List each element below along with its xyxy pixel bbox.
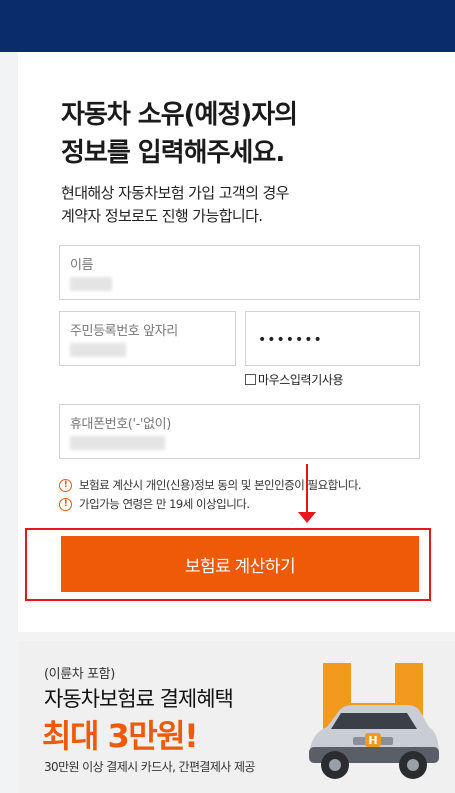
warning-icon: ! [59,478,72,492]
rrn-back-masked-value: ••••••• [258,332,323,348]
mouse-input-checkbox[interactable] [245,373,256,385]
page-subtitle: 현대해상 자동차보험 가입 고객의 경우 계약자 정보로도 진행 가능합니다. [61,182,441,228]
rrn-front-field-label: 주민등록번호 앞자리 [70,324,178,339]
name-field[interactable]: 이름 [59,245,420,300]
page-title: 자동차 소유(예정)자의 정보를 입력해주세요. [61,96,441,172]
banner-footnote: 30만원 이상 결제시 카드사, 간편결제사 제공 [44,760,255,774]
mouse-input-option[interactable]: 마우스입력기사용 [245,371,344,387]
warning-icon: ! [59,497,72,511]
notice-item: ! 보험료 계산시 개인(신용)정보 동의 및 본인인증이 필요합니다. [59,476,439,494]
calculate-premium-button[interactable]: 보험료 계산하기 [61,536,419,592]
form-card: 자동차 소유(예정)자의 정보를 입력해주세요. 현대해상 자동차보험 가입 고… [18,52,455,632]
arrow-annotation-line [306,464,308,514]
mouse-input-label: 마우스입력기사용 [258,372,344,387]
top-header-bar [0,0,455,52]
name-field-label: 이름 [70,258,94,273]
banner-title: 자동차보험료 결제혜택 [44,687,234,711]
car-badge-label: H [368,734,377,747]
banner-headline: 최대 3만원! [42,717,199,755]
page-title-line2: 정보를 입력해주세요. [61,138,285,168]
promo-banner[interactable]: (이륜차 포함) 자동차보험료 결제혜택 최대 3만원! 30만원 이상 결제시… [18,641,455,793]
rrn-front-field[interactable]: 주민등록번호 앞자리 [59,311,236,366]
phone-field-label: 휴대폰번호('-'없이) [70,417,171,432]
car-illustration: H [309,663,439,779]
name-value-redacted [70,277,112,291]
rrn-back-field[interactable]: ••••••• [245,311,420,366]
notice-text: 가입가능 연령은 만 19세 이상입니다. [79,497,250,511]
banner-small-text: (이륜차 포함) [44,667,115,682]
notice-text: 보험료 계산시 개인(신용)정보 동의 및 본인인증이 필요합니다. [79,478,362,492]
phone-value-redacted [70,436,165,450]
notice-item: ! 가입가능 연령은 만 19세 이상입니다. [59,495,439,513]
page-subtitle-line2: 계약자 정보로도 진행 가능합니다. [61,207,263,225]
arrow-down-icon [298,512,316,523]
rrn-front-value-redacted [70,343,126,357]
page-title-line1: 자동차 소유(예정)자의 [61,100,298,130]
page-subtitle-line1: 현대해상 자동차보험 가입 고객의 경우 [61,184,289,202]
phone-field[interactable]: 휴대폰번호('-'없이) [59,404,420,459]
